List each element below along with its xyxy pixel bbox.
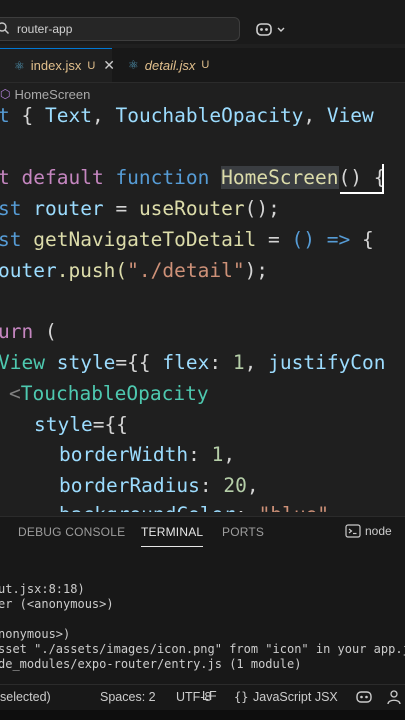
accounts-icon[interactable] <box>386 689 402 705</box>
status-eol-display[interactable]: LF <box>202 689 217 703</box>
text-cursor <box>340 164 384 194</box>
code-line: outer.push("./detail"); <box>0 259 269 282</box>
code-line: t default function HomeScreen() { <box>0 166 386 189</box>
workspace-name: router-app <box>17 22 73 36</box>
tab-terminal[interactable]: TERMINAL <box>141 525 204 547</box>
braces-icon: {} <box>234 690 249 704</box>
copilot-icon[interactable] <box>256 21 290 39</box>
terminal-line: sset "./assets/images/icon.png" from "ic… <box>0 642 405 656</box>
code-line: st getNavigateToDetail = () => { <box>0 228 374 251</box>
status-indentation[interactable]: Spaces: 2 <box>100 690 156 704</box>
code-line: backgroundColor: "blue" <box>59 501 329 512</box>
status-language[interactable]: JavaScript JSX <box>253 690 338 704</box>
terminal-icon <box>345 524 361 538</box>
title-bar: router-app <box>0 0 405 44</box>
tab-ports[interactable]: PORTS <box>222 525 264 539</box>
terminal-line: er (<anonymous>) <box>0 597 114 611</box>
tab-detail-jsx[interactable]: ⚛ detail.jsx U <box>112 48 248 82</box>
terminal-line: nonymous>) <box>0 627 71 641</box>
status-selection[interactable]: selected) <box>0 690 51 704</box>
symbol-icon: ⬡ <box>0 87 11 101</box>
copilot-status-icon[interactable] <box>356 690 372 704</box>
code-line: style={{ <box>34 413 128 436</box>
code-line: borderWidth: 1, <box>59 443 236 466</box>
code-line: t { Text, TouchableOpacity, View <box>0 104 374 127</box>
tab-label: index.jsx <box>30 58 82 73</box>
code-line: urn ( <box>0 320 57 343</box>
react-file-icon: ⚛ <box>128 58 139 72</box>
untracked-badge: U <box>201 59 210 71</box>
code-line: st router = useRouter(); <box>0 197 280 220</box>
code-line: View style={{ flex: 1, justifyCon <box>0 351 386 374</box>
terminal-line: de_modules/expo-router/entry.js (1 modul… <box>0 657 302 671</box>
search-icon <box>0 22 9 34</box>
tab-label: detail.jsx <box>144 57 196 73</box>
code-line: borderRadius: 20, <box>59 474 259 497</box>
terminal-selector[interactable]: node <box>345 524 392 538</box>
command-center-search[interactable]: router-app <box>0 17 240 41</box>
editor-tabs: ⚛ index.jsx U ✕ ⚛ detail.jsx U <box>0 48 405 83</box>
code-line: <TouchableOpacity <box>9 382 209 405</box>
terminal-line: ut.jsx:8:18) <box>0 582 85 596</box>
code-editor[interactable]: t { Text, TouchableOpacity, View t defau… <box>0 100 405 512</box>
bottom-panel: DEBUG CONSOLE TERMINAL PORTS node ut.jsx… <box>0 516 405 685</box>
tab-debug-console[interactable]: DEBUG CONSOLE <box>18 525 125 539</box>
window-bottom-edge <box>0 710 405 720</box>
tab-index-jsx[interactable]: ⚛ index.jsx U ✕ <box>0 48 115 82</box>
react-file-icon: ⚛ <box>14 58 25 73</box>
terminal-shell-name: node <box>365 524 392 538</box>
untracked-badge: U <box>87 59 96 72</box>
